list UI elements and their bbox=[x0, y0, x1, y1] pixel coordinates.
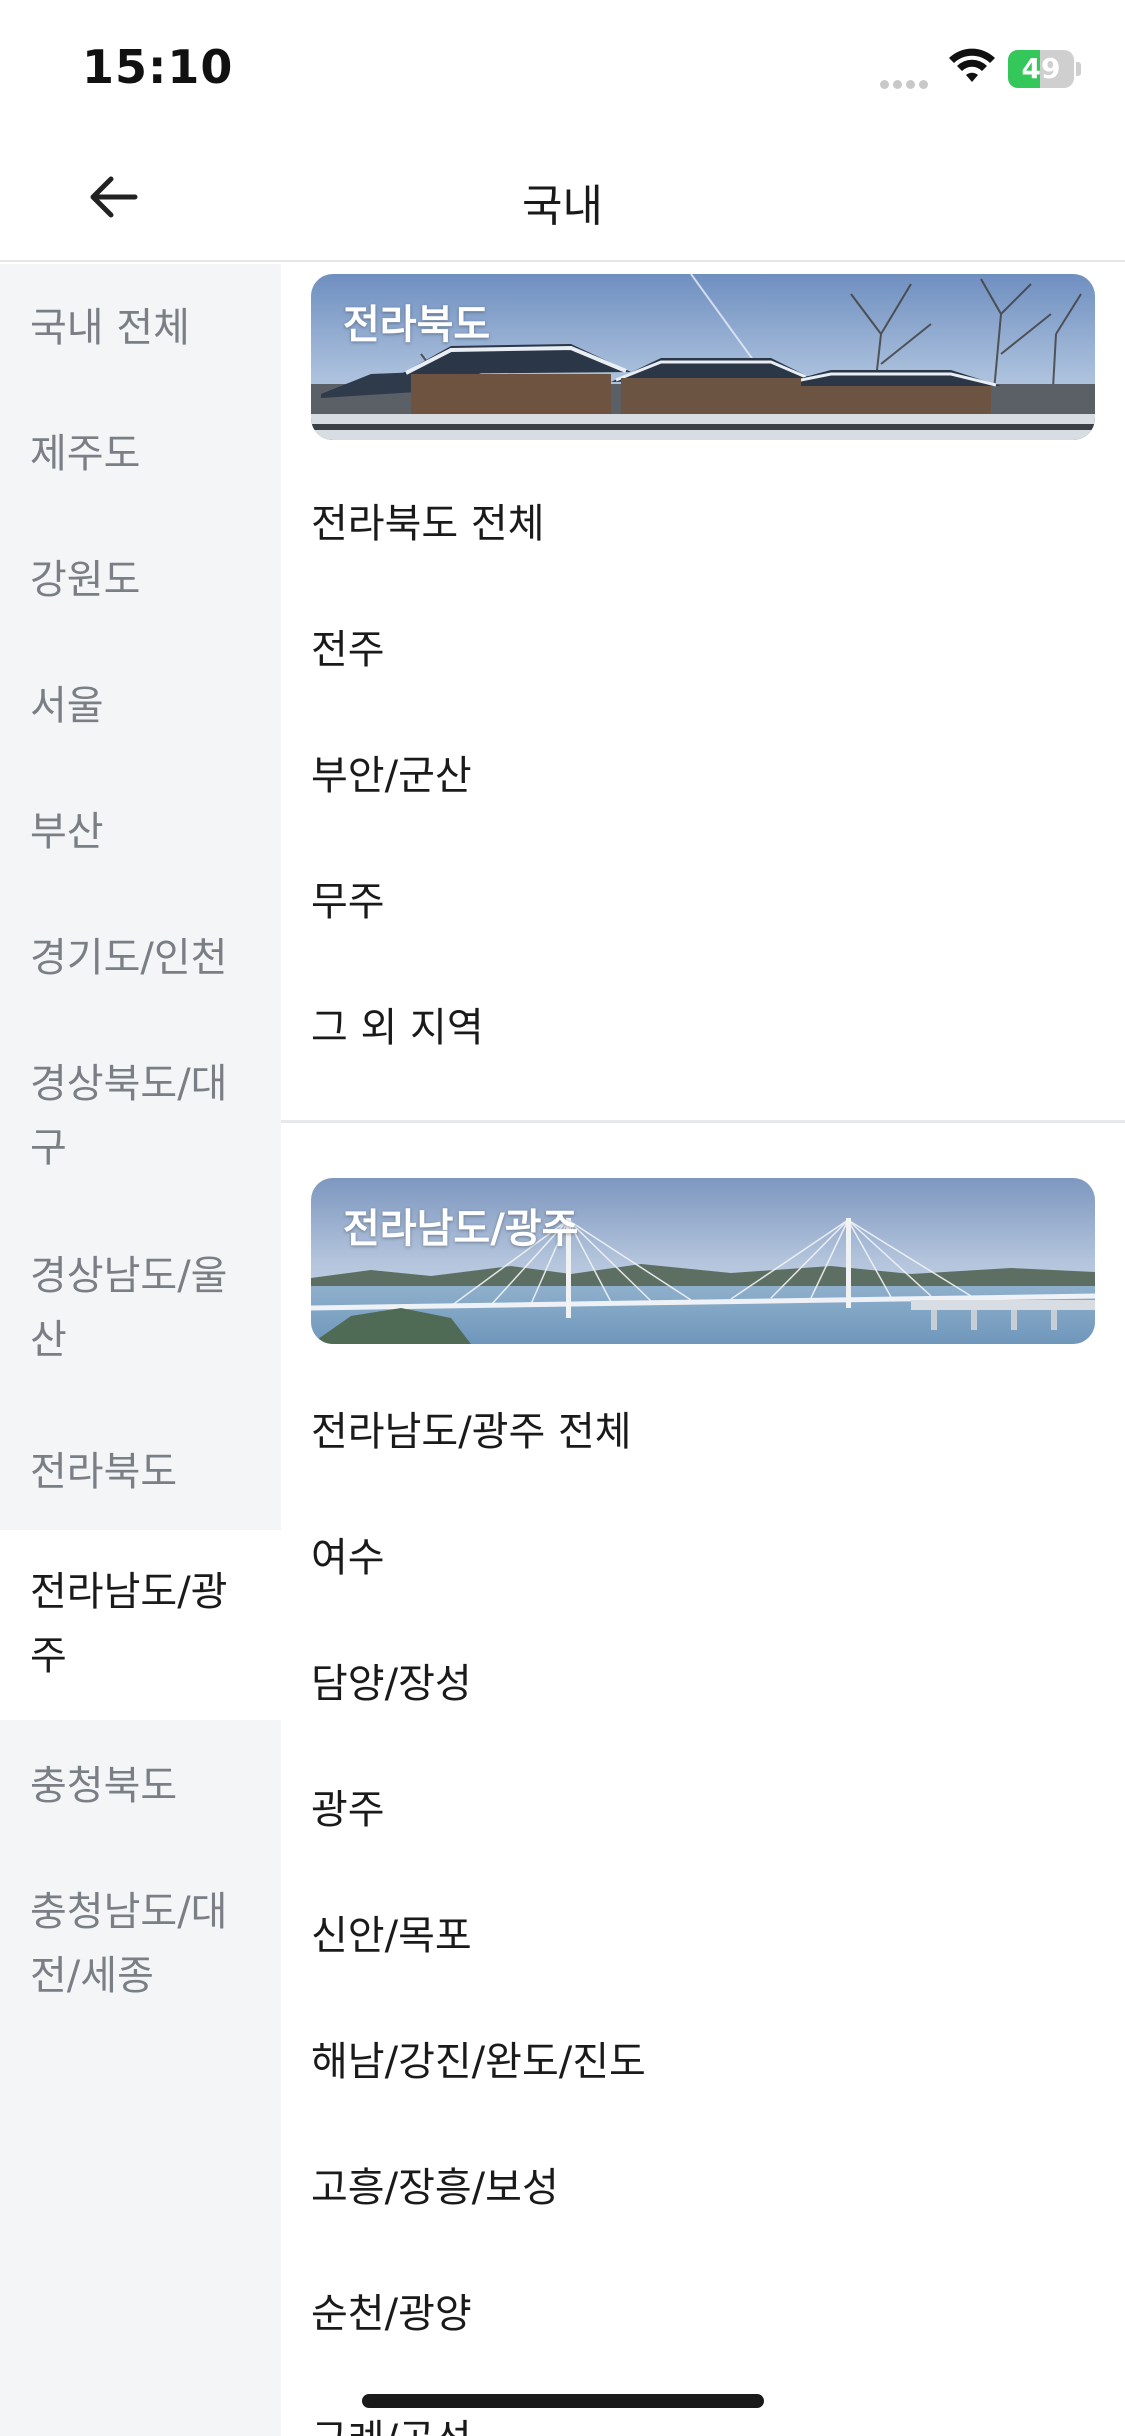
sidebar-item[interactable]: 전라북도 bbox=[0, 1440, 281, 1504]
region-item[interactable]: 전주 bbox=[311, 620, 385, 680]
wifi-icon bbox=[949, 48, 995, 82]
section-divider bbox=[281, 1120, 1125, 1123]
sidebar-item[interactable]: 전라남도/광 주 bbox=[0, 1530, 281, 1720]
sidebar-item[interactable]: 제주도 bbox=[0, 422, 281, 486]
region-item[interactable]: 구례/곡성 bbox=[311, 2410, 472, 2436]
navigation-header: 국내 bbox=[0, 132, 1125, 262]
section-banner-title: 전라북도 bbox=[343, 302, 491, 348]
region-item[interactable]: 여수 bbox=[311, 1528, 385, 1588]
page-title: 국내 bbox=[522, 181, 603, 232]
region-item[interactable]: 무주 bbox=[311, 872, 385, 932]
section-banner-title: 전라남도/광주 bbox=[343, 1206, 579, 1252]
region-sidebar: 국내 전체제주도강원도서울부산경기도/인천경상북도/대 구경상남도/울 산전라북… bbox=[0, 264, 281, 2436]
sidebar-item[interactable]: 강원도 bbox=[0, 548, 281, 612]
region-item[interactable]: 순천/광양 bbox=[311, 2284, 472, 2344]
region-content: 전라북도 전라북도 전체 전주 부안/군산 무주 그 외 지역 전라남도/광주 … bbox=[281, 264, 1125, 2436]
sidebar-item[interactable]: 충청남도/대 전/세종 bbox=[0, 1880, 281, 2008]
sidebar-item[interactable]: 경상북도/대 구 bbox=[0, 1052, 281, 1180]
region-item[interactable]: 그 외 지역 bbox=[311, 998, 484, 1058]
region-item[interactable]: 신안/목포 bbox=[311, 1906, 472, 1966]
region-item[interactable]: 전라북도 전체 bbox=[311, 494, 545, 554]
home-indicator bbox=[362, 2394, 764, 2408]
region-item[interactable]: 부안/군산 bbox=[311, 746, 472, 806]
status-bar: 15:10 49 bbox=[0, 0, 1125, 132]
sidebar-item[interactable]: 서울 bbox=[0, 674, 281, 738]
sidebar-item[interactable]: 충청북도 bbox=[0, 1754, 281, 1818]
sidebar-item[interactable]: 부산 bbox=[0, 800, 281, 864]
region-item[interactable]: 고흥/장흥/보성 bbox=[311, 2158, 559, 2218]
region-item[interactable]: 전라남도/광주 전체 bbox=[311, 1402, 632, 1462]
sidebar-item[interactable]: 경상남도/울 산 bbox=[0, 1244, 281, 1372]
region-item[interactable]: 담양/장성 bbox=[311, 1654, 472, 1714]
section-banner-jeonnam[interactable]: 전라남도/광주 bbox=[311, 1178, 1095, 1344]
region-item[interactable]: 광주 bbox=[311, 1780, 385, 1840]
status-time: 15:10 bbox=[82, 40, 234, 94]
battery-level-text: 49 bbox=[1021, 52, 1061, 85]
cellular-signal-icon bbox=[880, 74, 936, 89]
section-banner-jeonbuk[interactable]: 전라북도 bbox=[311, 274, 1095, 440]
region-item[interactable]: 해남/강진/완도/진도 bbox=[311, 2032, 646, 2092]
battery-icon: 49 bbox=[1008, 50, 1081, 88]
sidebar-item[interactable]: 국내 전체 bbox=[0, 296, 281, 360]
sidebar-item[interactable]: 경기도/인천 bbox=[0, 926, 281, 990]
